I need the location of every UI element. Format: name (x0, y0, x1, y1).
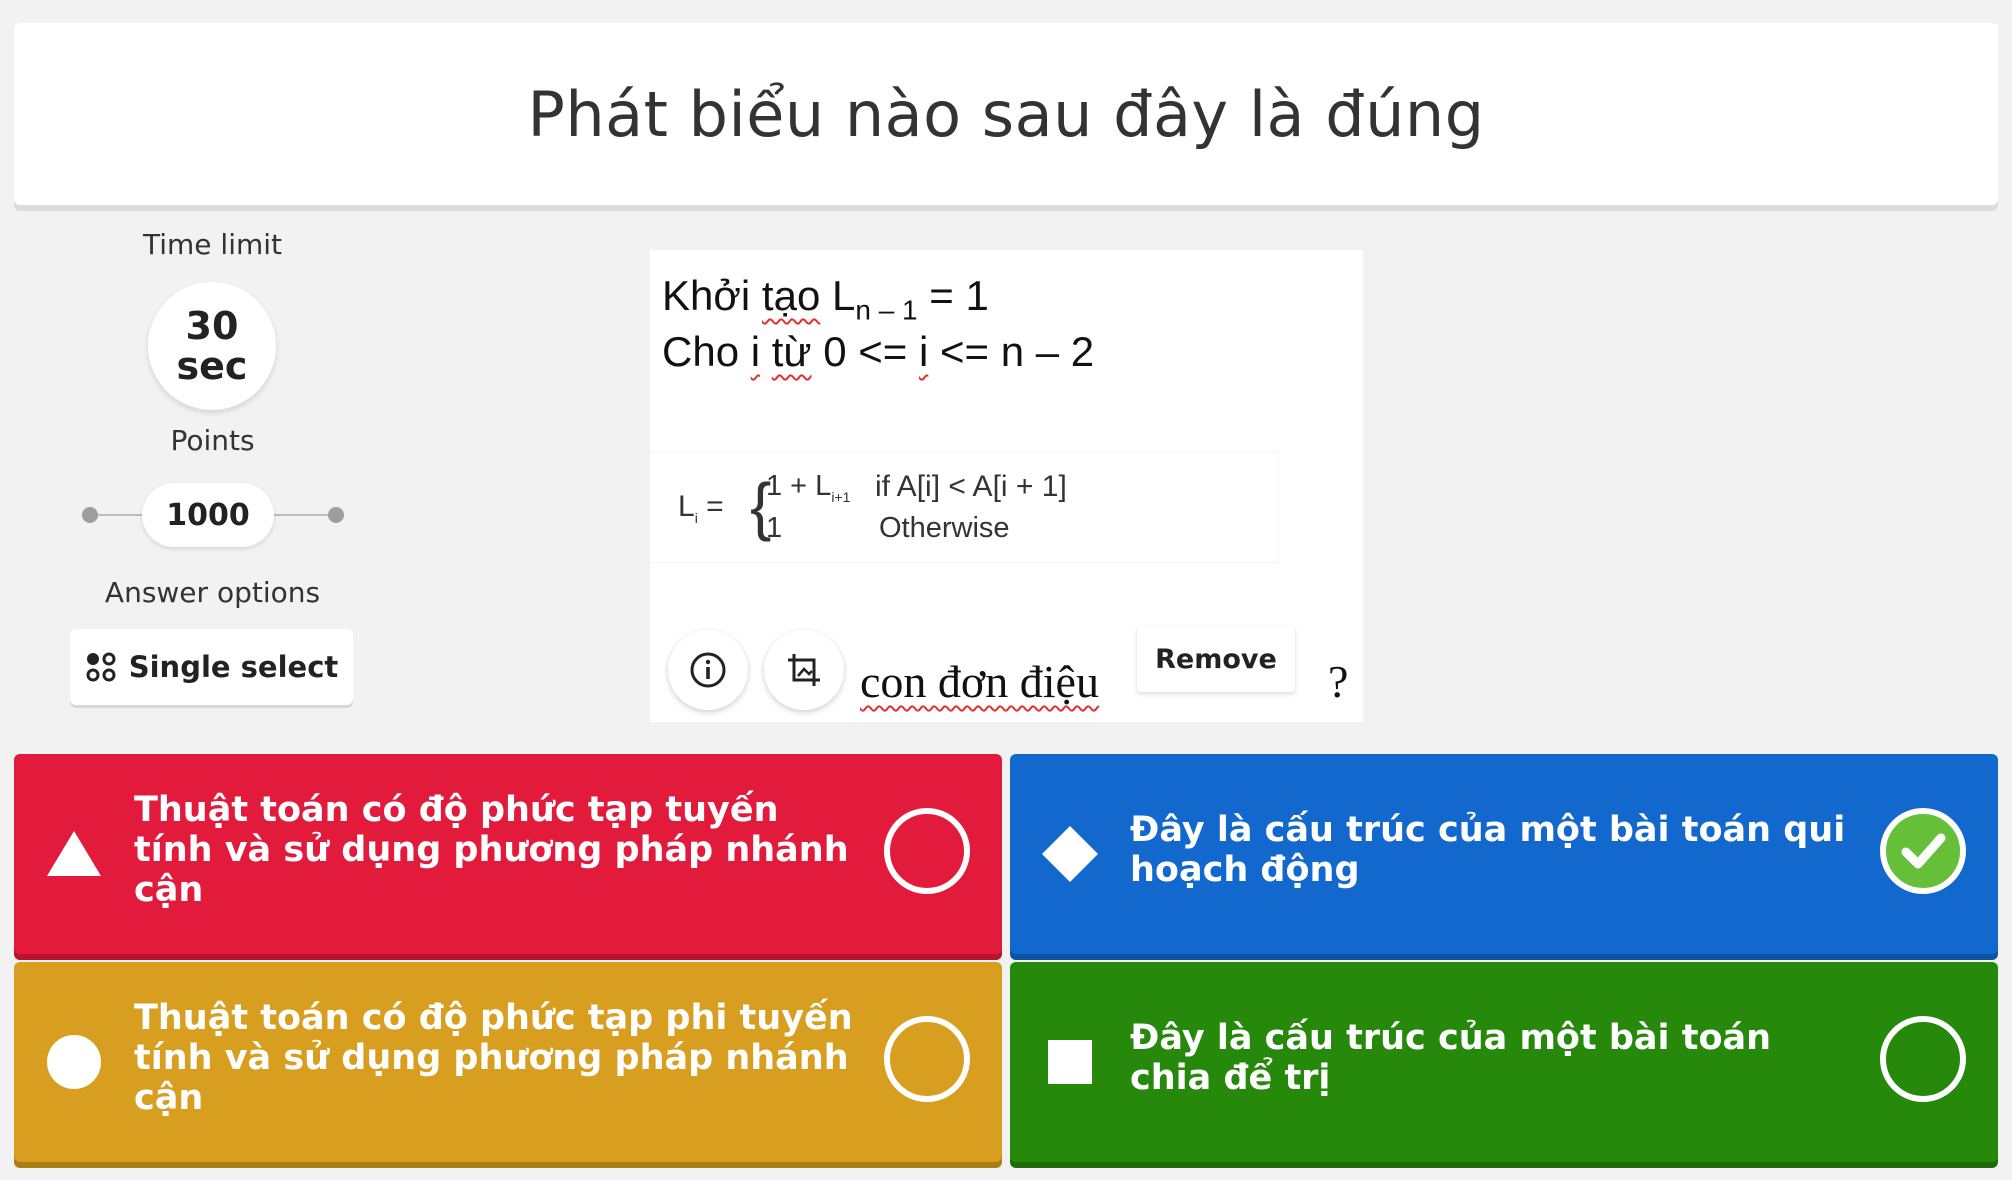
square-icon (1040, 1032, 1100, 1092)
media-text: Cho (662, 328, 751, 375)
answer-text[interactable]: Thuật toán có độ phức tạp phi tuyến tính… (134, 962, 854, 1154)
points-slider-max-knob[interactable] (328, 507, 344, 523)
media-line-2: Cho i từ 0 <= i <= n – 2 (662, 328, 1094, 376)
media-text: 0 <= (811, 328, 919, 375)
single-select-icon (86, 652, 116, 682)
answer-correct-toggle[interactable] (1880, 808, 1966, 894)
answer-option-2[interactable]: Đây là cấu trúc của một bài toán qui hoạ… (1010, 754, 1998, 954)
media-text: i (918, 328, 929, 375)
circle-icon (44, 1032, 104, 1092)
media-crop-button[interactable] (764, 630, 844, 710)
remove-media-button[interactable]: Remove (1137, 626, 1295, 692)
formula-case-1-condition: if A[i] < A[i + 1] (875, 470, 1067, 503)
media-text: từ (771, 328, 812, 375)
media-tail-text: con đơn điệu (860, 656, 1099, 707)
media-text: tạo (761, 272, 821, 319)
media-text: <= n – 2 (928, 328, 1095, 375)
points-slider-min-knob[interactable] (82, 507, 98, 523)
answer-text[interactable]: Thuật toán có độ phức tạp tuyến tính và … (134, 754, 854, 946)
formula-text: i (694, 510, 698, 526)
formula-lhs: Li = (678, 490, 724, 526)
answer-mode-button[interactable]: Single select (70, 629, 353, 705)
media-text: Khởi (662, 272, 762, 319)
answer-correct-toggle[interactable] (884, 808, 970, 894)
formula-text: 1 + L (766, 470, 832, 502)
points-slider[interactable]: 1000 (82, 483, 344, 547)
answer-correct-toggle[interactable] (1880, 1016, 1966, 1102)
formula-image: Li = { 1 + Li+1 if A[i] < A[i + 1] 1 Oth… (650, 452, 1278, 562)
diamond-icon (1040, 824, 1100, 884)
formula-text: L (678, 490, 695, 523)
points-value[interactable]: 1000 (142, 483, 274, 547)
media-text: L (820, 272, 856, 319)
triangle-icon (44, 824, 104, 884)
media-text: i (750, 328, 761, 375)
question-title[interactable]: Phát biểu nào sau đây là đúng (527, 78, 1484, 151)
answer-options-label: Answer options (104, 576, 321, 609)
answer-option-4[interactable]: Đây là cấu trúc của một bài toán chia để… (1010, 962, 1998, 1162)
formula-case-1: 1 + Li+1 (766, 470, 850, 505)
question-title-bar[interactable]: Phát biểu nào sau đây là đúng (14, 23, 1998, 205)
formula-text: i+1 (831, 488, 851, 505)
time-limit-unit: sec (176, 344, 248, 388)
answer-text[interactable]: Đây là cấu trúc của một bài toán chia để… (1130, 962, 1850, 1154)
time-limit-value: 30 (185, 304, 239, 348)
answer-option-1[interactable]: Thuật toán có độ phức tạp tuyến tính và … (14, 754, 1002, 954)
formula-case-2-condition: Otherwise (879, 512, 1010, 544)
answer-option-3[interactable]: Thuật toán có độ phức tạp phi tuyến tính… (14, 962, 1002, 1162)
media-tail-end: ? (1328, 656, 1349, 707)
time-limit-label: Time limit (142, 228, 282, 261)
answer-text[interactable]: Đây là cấu trúc của một bài toán qui hoạ… (1130, 754, 1850, 946)
question-media-image: Khởi tạo Ln – 1 = 1 Cho i từ 0 <= i <= n… (650, 250, 1363, 722)
answer-correct-toggle[interactable] (884, 1016, 970, 1102)
media-info-button[interactable] (668, 630, 748, 710)
time-limit-button[interactable]: 30 sec (148, 282, 276, 410)
media-line-1: Khởi tạo Ln – 1 = 1 (662, 272, 989, 326)
formula-case-2: 1 (766, 512, 783, 544)
crop-image-icon (788, 654, 820, 686)
points-label: Points (170, 424, 255, 457)
media-subscript: n – 1 (855, 294, 918, 326)
media-text: = 1 (917, 272, 989, 319)
checkmark-icon (1901, 833, 1946, 869)
answer-mode-label: Single select (128, 650, 339, 684)
info-icon (690, 652, 726, 688)
